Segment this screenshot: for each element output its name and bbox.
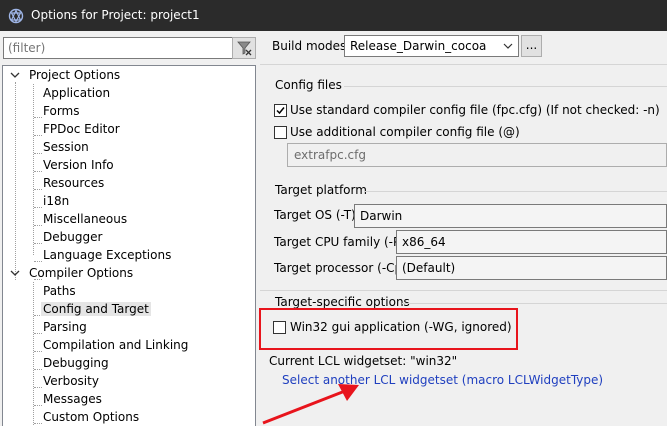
window-title: Options for Project: project1 [31,8,200,22]
tree-item-forms[interactable]: Forms [41,102,81,120]
options-tree-pane: Project Options Application Forms FPDoc … [0,31,260,426]
lazarus-app-icon [8,8,24,24]
target-specific-title: Target-specific options [275,295,410,309]
target-platform-title: Target platform [275,183,367,197]
tree-item-verbosity[interactable]: Verbosity [41,372,101,390]
build-modes-value: Release_Darwin_cocoa [350,39,487,53]
options-tree[interactable]: Project Options Application Forms FPDoc … [2,65,256,426]
additional-config-file-field: extrafpc.cfg [287,143,667,167]
clear-filter-button[interactable] [232,37,256,59]
current-lcl-widgetset-label: Current LCL widgetset: "win32" [269,354,458,368]
use-additional-config-checkbox[interactable] [274,126,287,139]
target-os-label: Target OS (-T) [274,208,356,222]
tree-node-label: Compiler Options [29,266,134,280]
config-files-title: Config files [275,78,342,92]
filter-input[interactable] [3,37,253,59]
tree-item-i18n[interactable]: i18n [41,192,71,210]
build-modes-select[interactable]: Release_Darwin_cocoa [344,35,519,57]
target-cpu-select[interactable]: x86_64 [396,230,667,254]
tree-item-session[interactable]: Session [41,138,91,156]
target-processor-label: Target processor (-Cp) [274,261,407,275]
target-os-select[interactable]: Darwin [354,204,667,228]
options-content-pane: Build modes Release_Darwin_cocoa ... Con… [260,31,667,426]
chevron-down-icon [503,43,513,49]
title-bar: Options for Project: project1 [0,0,667,31]
tree-item-config-and-target[interactable]: Config and Target [41,300,151,318]
target-cpu-label: Target CPU family (-P) [274,235,405,249]
tree-item-custom-options[interactable]: Custom Options [41,408,141,426]
filter-clear-icon [237,41,252,56]
tree-item-miscellaneous[interactable]: Miscellaneous [41,210,129,228]
tree-item-resources[interactable]: Resources [41,174,106,192]
build-modes-more-button[interactable]: ... [521,35,542,57]
tree-item-language-exceptions[interactable]: Language Exceptions [41,246,173,264]
chevron-down-icon[interactable] [9,66,21,84]
checkmark-icon [276,107,285,115]
tree-item-paths[interactable]: Paths [41,282,78,300]
tree-item-fpdoc-editor[interactable]: FPDoc Editor [41,120,122,138]
tree-node-label: Project Options [29,68,121,82]
build-modes-label: Build modes [272,39,347,53]
highlight-box [259,308,518,350]
tree-item-parsing[interactable]: Parsing [41,318,89,336]
tree-item-application[interactable]: Application [41,84,112,102]
tree-item-debugging[interactable]: Debugging [41,354,111,372]
use-standard-config-label[interactable]: Use standard compiler config file (fpc.c… [290,103,660,117]
chevron-down-icon[interactable] [9,264,21,282]
tree-node-project-options[interactable]: Project Options [3,66,122,84]
tree-node-compiler-options[interactable]: Compiler Options [3,264,135,282]
use-additional-config-label[interactable]: Use additional compiler config file (@) [290,125,520,139]
tree-item-debugger[interactable]: Debugger [41,228,104,246]
red-arrow-annotation [262,384,359,425]
tree-item-messages[interactable]: Messages [41,390,104,408]
tree-item-version-info[interactable]: Version Info [41,156,116,174]
target-processor-select[interactable]: (Default) [396,256,667,280]
tree-item-compilation-and-linking[interactable]: Compilation and Linking [41,336,190,354]
use-standard-config-checkbox[interactable] [274,104,287,117]
